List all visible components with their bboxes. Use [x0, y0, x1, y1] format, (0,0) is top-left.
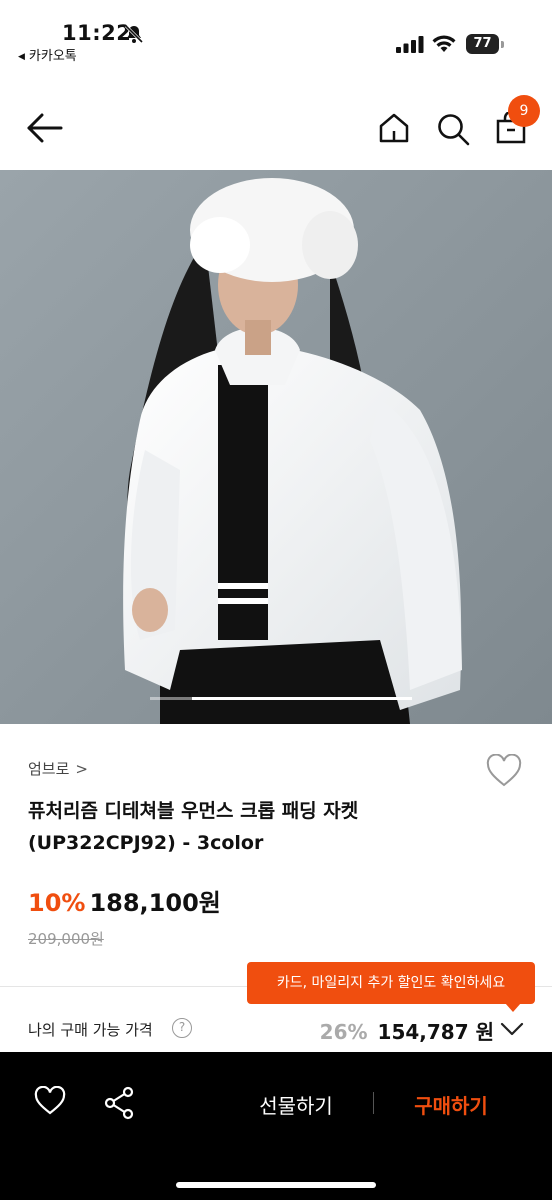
my-price-value: 154,787 원 [377, 1020, 494, 1044]
battery-level: 77 [466, 34, 499, 54]
chevron-down-icon[interactable] [500, 1020, 524, 1038]
share-icon[interactable] [103, 1086, 135, 1120]
gift-button[interactable]: 선물하기 [240, 1090, 352, 1119]
brand-link[interactable]: 엄브로 > [28, 758, 88, 779]
product-photo [0, 170, 552, 724]
status-bar: 11:22 ◀ 카카오톡 77 [0, 0, 552, 80]
home-icon[interactable] [378, 112, 410, 144]
brand-name: 엄브로 [28, 760, 70, 778]
tooltip-arrow [505, 1003, 521, 1012]
battery-tip [501, 41, 504, 48]
top-navigation [0, 80, 552, 172]
product-image-carousel[interactable] [0, 170, 552, 724]
my-price: 26% 154,787 원 [320, 1016, 494, 1045]
my-price-percent: 26% [319, 1020, 368, 1044]
sale-price: 188,100원 [89, 889, 221, 917]
battery-icon: 77 [466, 34, 504, 54]
wifi-icon [432, 35, 456, 52]
original-price: 209,000원 [28, 930, 104, 948]
carousel-indicator [150, 697, 412, 700]
bottom-action-bar: 선물하기 구매하기 [0, 1052, 552, 1200]
home-indicator [176, 1182, 376, 1188]
product-title-line1: 퓨처리즘 디테쳐블 우먼스 크롭 패딩 자켓 [28, 800, 359, 822]
buy-button[interactable]: 구매하기 [395, 1090, 507, 1119]
search-icon[interactable] [436, 112, 470, 146]
brand-chevron-icon: > [75, 760, 88, 778]
cart-count-badge: 9 [508, 95, 540, 127]
bottom-bar-separator [373, 1092, 374, 1114]
back-to-app-link[interactable]: ◀ 카카오톡 [18, 45, 77, 64]
back-arrow-icon[interactable] [26, 112, 64, 144]
bell-slash-icon [124, 24, 144, 44]
heart-icon[interactable] [486, 754, 522, 788]
price-row: 10% 188,100원 [28, 883, 221, 918]
my-price-label: 나의 구매 가능 가격 [28, 1021, 153, 1039]
carousel-indicator-thumb [192, 697, 412, 700]
signal-icon [396, 36, 424, 53]
wishlist-heart-icon[interactable] [34, 1086, 66, 1116]
question-icon[interactable]: ? [172, 1018, 192, 1038]
status-time: 11:22 [62, 21, 132, 45]
discount-rate: 10% [28, 889, 86, 917]
product-title: 퓨처리즘 디테쳐블 우먼스 크롭 패딩 자켓 (UP322CPJ92) - 3c… [28, 795, 518, 859]
back-triangle-icon: ◀ [18, 52, 25, 62]
product-title-line2: (UP322CPJ92) - 3color [28, 832, 264, 854]
discount-tooltip: 카드, 마일리지 추가 할인도 확인하세요 [247, 962, 535, 1004]
back-app-label: 카카오톡 [28, 49, 77, 64]
